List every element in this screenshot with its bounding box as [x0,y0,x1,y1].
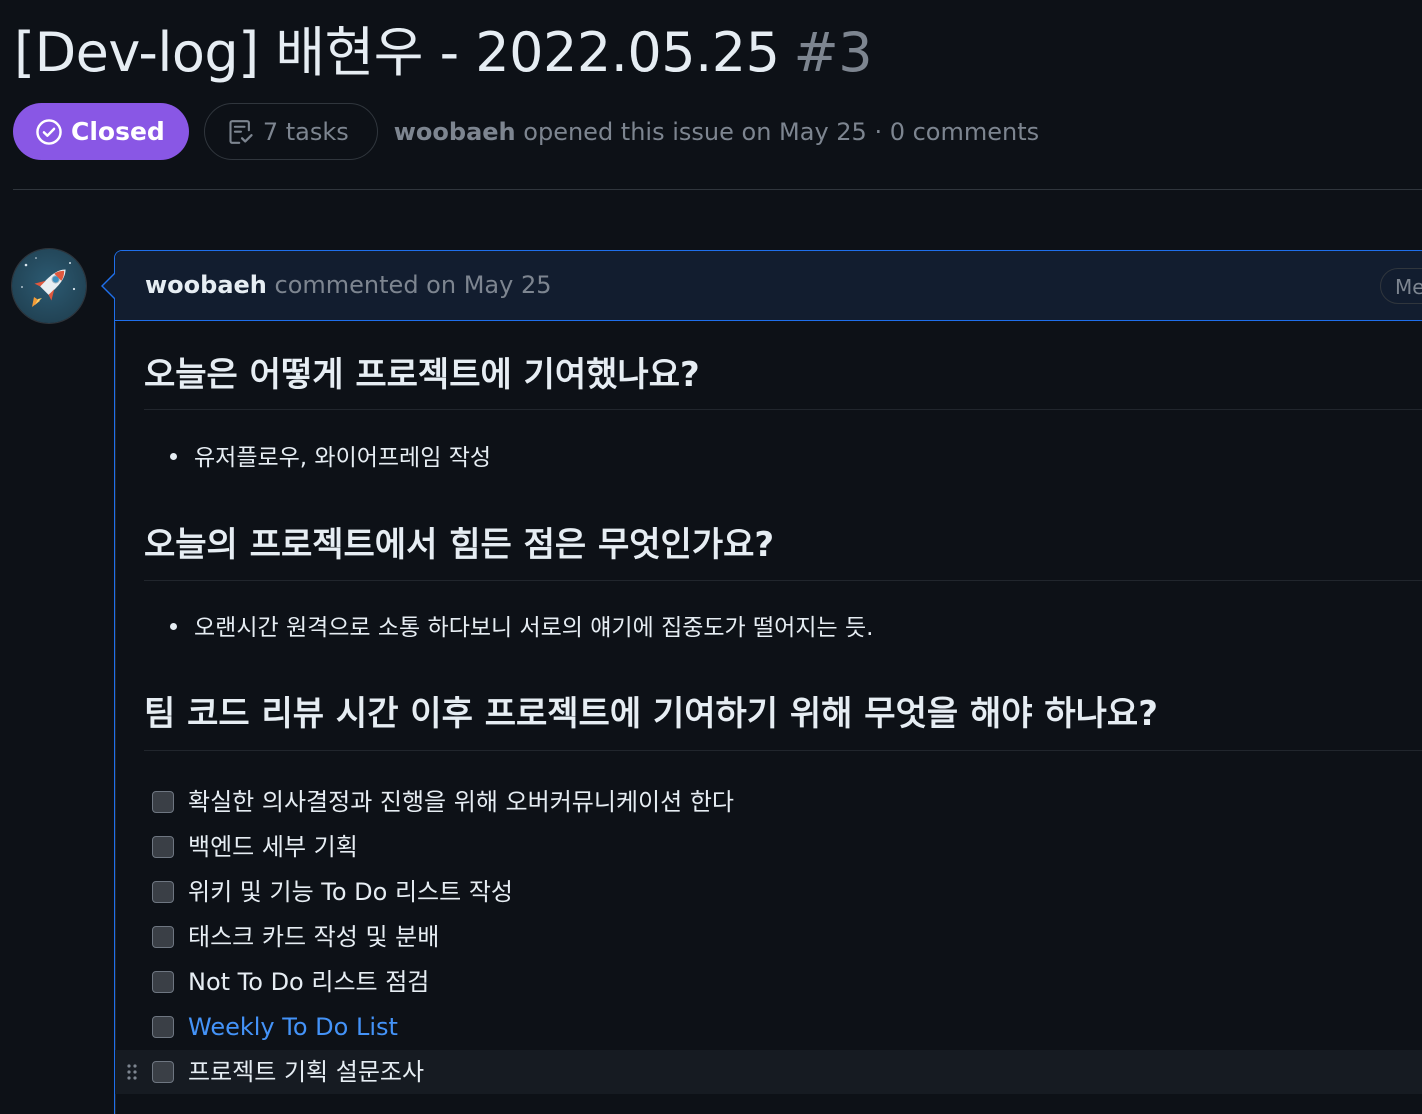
task-item: 태스크 카드 작성 및 분배 [115,915,1422,959]
task-label: 백엔드 세부 기획 [188,833,358,861]
header-divider [13,189,1422,190]
task-link[interactable]: Weekly To Do List [188,1005,398,1049]
issue-author-link[interactable]: woobaeh [394,118,516,146]
section-heading: 팀 코드 리뷰 시간 이후 프로젝트에 기여하기 위해 무엇을 해야 하나요? [144,694,1158,734]
issue-opened-text: opened this issue on May 25 · 0 comments [523,117,1040,146]
task-label: 태스크 카드 작성 및 분배 [188,923,440,951]
tasks-label: 7 tasks [262,117,349,146]
task-checkbox[interactable] [152,836,174,858]
state-badge: Closed [13,103,189,160]
issue-title: [Dev-log] 배현우 - 2022.05.25 #3 [14,18,873,88]
heading-divider [144,580,1422,581]
task-checkbox[interactable] [152,971,174,993]
grabber-icon[interactable] [126,1062,138,1082]
task-label: 위키 및 기능 To Do 리스트 작성 [188,878,514,906]
task-checkbox[interactable] [152,1016,174,1038]
issue-page: [Dev-log] 배현우 - 2022.05.25 #3 Closed 7 ta… [0,0,1422,1114]
avatar[interactable] [12,249,86,323]
heading-divider [144,409,1422,410]
task-item: 백엔드 세부 기획 [115,825,1422,869]
section-heading: 오늘은 어떻게 프로젝트에 기여했나요? [144,355,700,395]
issue-opened-info: woobaeh opened this issue on May 25 · 0 … [394,118,1039,146]
task-checkbox[interactable] [152,881,174,903]
task-label: 확실한 의사결정과 진행을 위해 오버커뮤니케이션 한다 [188,788,734,816]
task-checkbox[interactable] [152,791,174,813]
state-label: Closed [71,117,165,146]
section-heading: 오늘의 프로젝트에서 힘든 점은 무엇인가요? [144,525,775,565]
issue-title-text: [Dev-log] 배현우 - 2022.05.25 [14,21,780,84]
list-item: 유저플로우, 와이어프레임 작성 [170,441,491,475]
task-item: 위키 및 기능 To Do 리스트 작성 [115,870,1422,914]
comment-header: woobaeh commented on May 25 Me [115,251,1422,321]
task-item: Weekly To Do List [115,1005,1422,1049]
task-label: 프로젝트 기획 설문조사 [188,1058,425,1086]
task-label: Not To Do 리스트 점검 [188,968,430,996]
comment-meta: woobaeh commented on May 25 [145,251,552,320]
task-checkbox[interactable] [152,926,174,948]
comment-author-link[interactable]: woobaeh [145,271,267,299]
issue-number: #3 [793,21,873,84]
check-circle-icon [36,118,62,145]
tasklist-icon [229,119,253,144]
task-item: 프로젝트 기획 설문조사 [115,1050,1422,1094]
member-badge: Me [1380,268,1422,304]
task-item: 확실한 의사결정과 진행을 위해 오버커뮤니케이션 한다 [115,780,1422,824]
issue-meta: Closed 7 tasks woobaeh opened this issue… [13,103,1039,160]
task-item: Not To Do 리스트 점검 [115,960,1422,1004]
rocket-icon [21,257,76,307]
comment-action-text: commented on May 25 [274,271,552,299]
list-item: 오랜시간 원격으로 소통 하다보니 서로의 얘기에 집중도가 떨어지는 듯. [170,611,873,645]
task-checkbox[interactable] [152,1061,174,1083]
heading-divider [144,750,1422,751]
tasks-progress[interactable]: 7 tasks [203,103,378,160]
